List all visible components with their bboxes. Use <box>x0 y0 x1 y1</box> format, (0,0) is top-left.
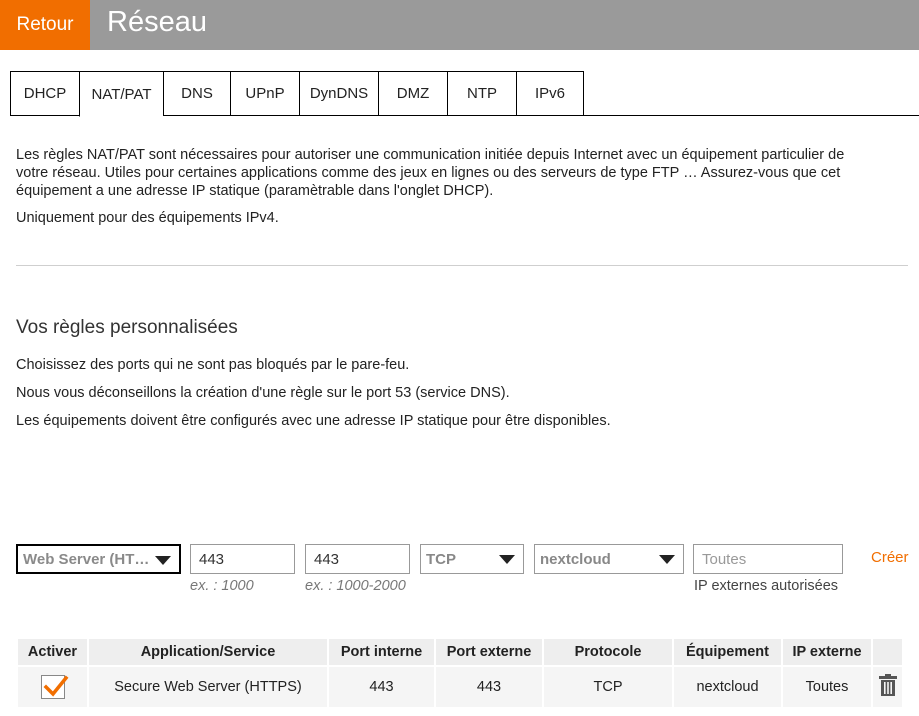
ipv4-note: Uniquement pour des équipements IPv4. <box>16 210 279 226</box>
col-header-external-port: Port externe <box>436 639 542 665</box>
table-header-row: Activer Application/Service Port interne… <box>18 639 902 665</box>
tab-dmz[interactable]: DMZ <box>378 71 447 116</box>
cell-activate <box>18 667 87 707</box>
cell-external-ip: Toutes <box>783 667 871 707</box>
protocol-select[interactable]: TCP <box>420 544 524 574</box>
col-header-service: Application/Service <box>89 639 327 665</box>
page-title: Réseau <box>107 6 207 38</box>
col-header-external-ip: IP externe <box>783 639 871 665</box>
tab-bar: DHCP NAT/PAT DNS UPnP DynDNS DMZ NTP IPv… <box>10 71 584 117</box>
back-button[interactable]: Retour <box>0 0 90 50</box>
internal-port-input[interactable] <box>190 544 295 574</box>
external-ip-input[interactable] <box>693 544 843 574</box>
service-select[interactable]: Web Server (HT… <box>16 544 181 574</box>
col-header-device: Équipement <box>674 639 781 665</box>
section-divider <box>16 265 908 266</box>
tab-ntp[interactable]: NTP <box>447 71 516 116</box>
intro-line-1: Les règles NAT/PAT sont nécessaires pour… <box>16 147 845 163</box>
table-row: Secure Web Server (HTTPS) 443 443 TCP ne… <box>18 667 902 707</box>
tab-ipv6[interactable]: IPv6 <box>516 71 584 116</box>
custom-rules-note-1: Choisissez des ports qui ne sont pas blo… <box>16 357 410 373</box>
create-rule-link[interactable]: Créer <box>871 549 909 566</box>
tab-dns[interactable]: DNS <box>163 71 230 116</box>
tab-upnp[interactable]: UPnP <box>230 71 299 116</box>
custom-rules-note-3: Les équipements doivent être configurés … <box>16 413 611 429</box>
col-header-protocol: Protocole <box>544 639 672 665</box>
col-header-actions <box>873 639 902 665</box>
service-select-value: Web Server (HT… <box>23 550 150 568</box>
intro-line-3: équipement a une adresse IP statique (pa… <box>16 183 494 199</box>
device-select-value: nextcloud <box>540 550 611 568</box>
cell-protocol: TCP <box>544 667 672 707</box>
tab-dyndns[interactable]: DynDNS <box>299 71 378 116</box>
cell-actions <box>873 667 902 707</box>
col-header-activate: Activer <box>18 639 87 665</box>
cell-device: nextcloud <box>674 667 781 707</box>
custom-rules-note-2: Nous vous déconseillons la création d'un… <box>16 385 510 401</box>
chevron-down-icon <box>499 555 515 564</box>
internal-port-hint: ex. : 1000 <box>190 578 254 594</box>
protocol-select-value: TCP <box>426 550 456 568</box>
col-header-internal-port: Port interne <box>329 639 434 665</box>
chevron-down-icon <box>155 556 171 565</box>
tab-dhcp[interactable]: DHCP <box>10 71 79 116</box>
chevron-down-icon <box>659 555 675 564</box>
cell-external-port: 443 <box>436 667 542 707</box>
device-select[interactable]: nextcloud <box>534 544 684 574</box>
activate-checkbox[interactable] <box>40 675 68 699</box>
external-port-input[interactable] <box>305 544 410 574</box>
cell-service: Secure Web Server (HTTPS) <box>89 667 327 707</box>
checkmark-icon <box>43 675 68 697</box>
trash-icon[interactable] <box>878 674 897 700</box>
header-bar: Retour Réseau <box>0 0 919 50</box>
intro-line-2: votre réseau. Utiles pour certaines appl… <box>16 165 841 181</box>
tab-nat-pat[interactable]: NAT/PAT <box>79 71 163 117</box>
custom-rules-title: Vos règles personnalisées <box>16 317 238 338</box>
external-ip-label: IP externes autorisées <box>694 578 839 594</box>
cell-internal-port: 443 <box>329 667 434 707</box>
external-port-hint: ex. : 1000-2000 <box>305 578 406 594</box>
rules-table: Activer Application/Service Port interne… <box>16 637 904 709</box>
